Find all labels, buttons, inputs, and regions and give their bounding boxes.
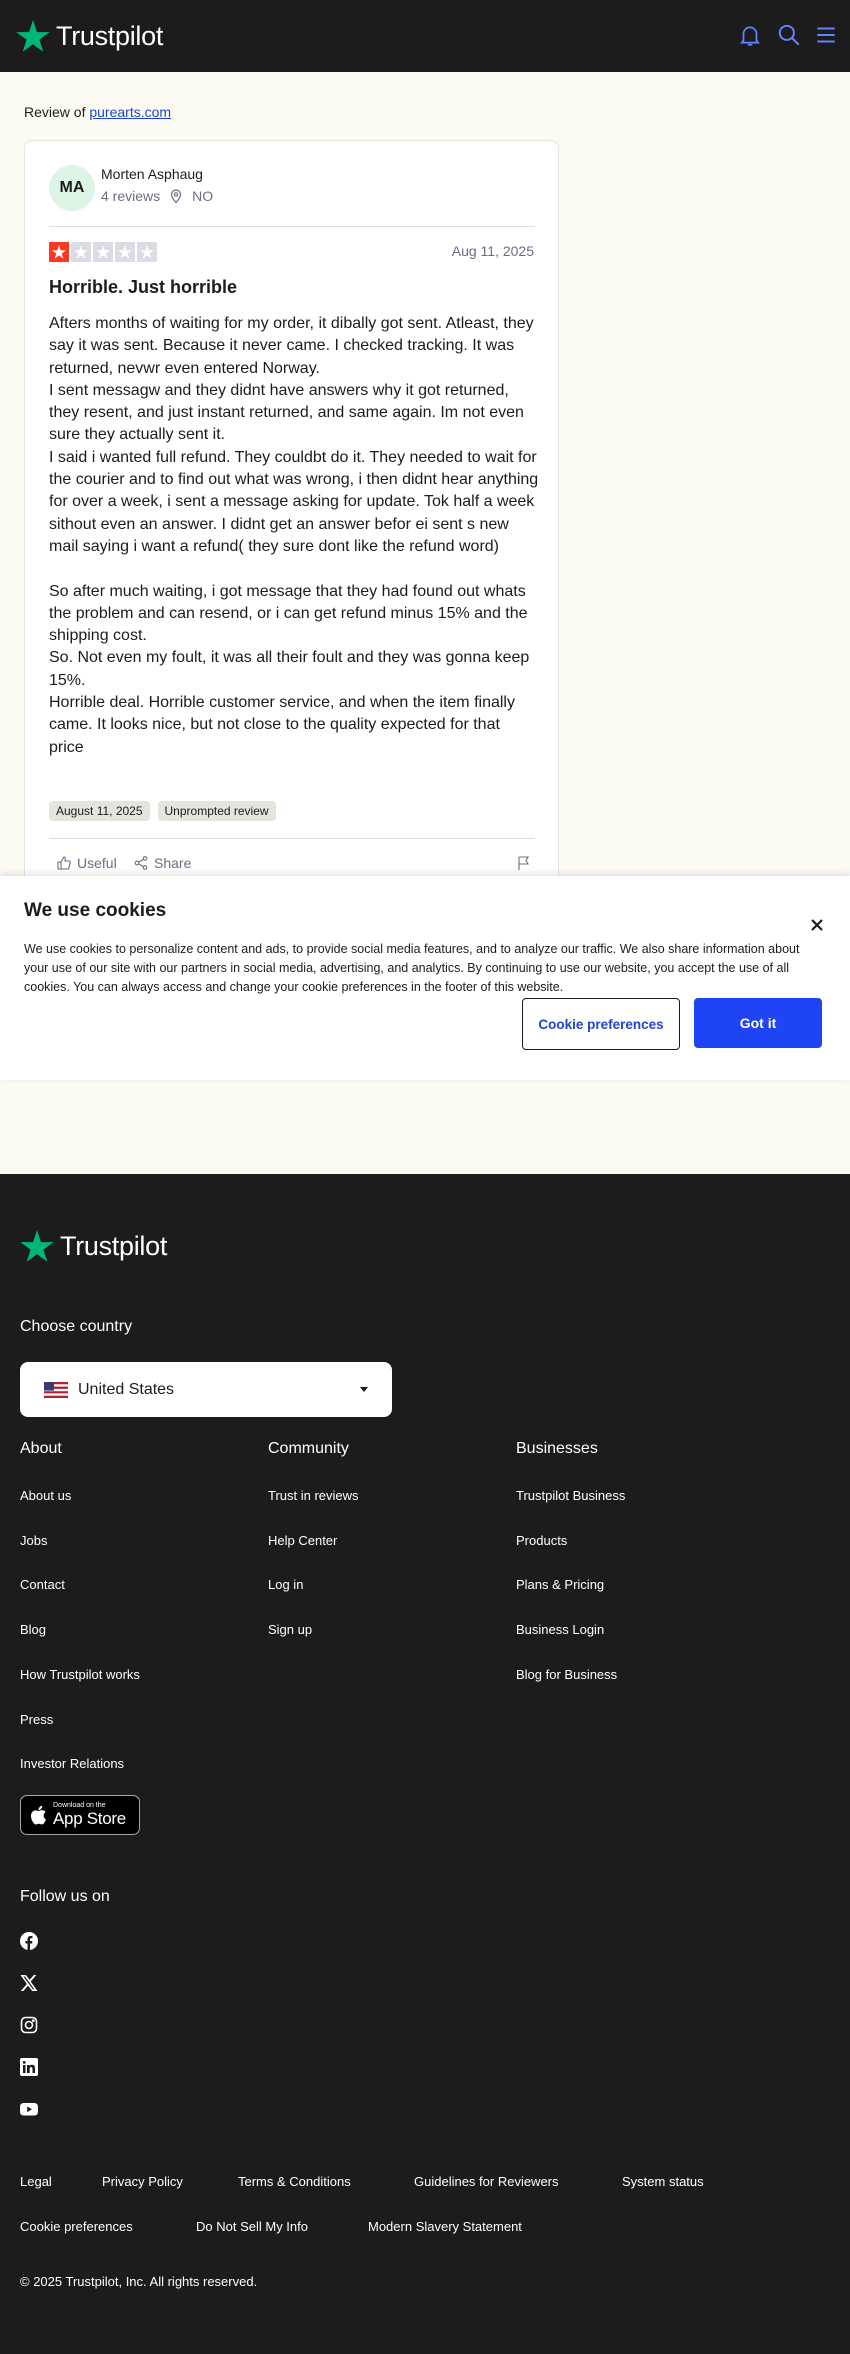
trustpilot-wordmark: Trustpilot <box>60 1230 168 1261</box>
review-paragraph: So after much waiting, i got message tha… <box>49 582 528 645</box>
review-paragraph: I said i wanted full refund. They couldb… <box>49 448 539 555</box>
footer-link[interactable]: Blog for Business <box>516 1667 617 1682</box>
star-icon <box>137 242 157 262</box>
legal-link[interactable]: Modern Slavery Statement <box>368 2219 522 2234</box>
review-paragraph: Afters months of waiting for my order, i… <box>49 315 534 377</box>
star-icon <box>49 242 69 262</box>
review-date: Aug 11, 2025 <box>451 243 534 259</box>
trustpilot-wordmark: Trustpilot <box>56 20 164 51</box>
footer-link[interactable]: Investor Relations <box>20 1756 124 1771</box>
choose-country-label: Choose country <box>20 1318 133 1335</box>
legal-link[interactable]: Legal <box>20 2174 52 2189</box>
star-icon <box>93 242 113 262</box>
footer-link[interactable]: Products <box>516 1533 567 1548</box>
cookie-preferences-button[interactable]: Cookie preferences <box>522 998 680 1050</box>
footer: Trustpilot Choose country United States … <box>0 1174 850 2354</box>
legal-link[interactable]: Privacy Policy <box>102 2174 183 2189</box>
legal-link[interactable]: Do Not Sell My Info <box>196 2219 308 2234</box>
footer-link[interactable]: Contact <box>20 1577 65 1592</box>
country-select[interactable]: United States <box>20 1362 392 1417</box>
footer-link[interactable]: About us <box>20 1488 71 1503</box>
star-icon <box>115 242 135 262</box>
report-button[interactable] <box>516 855 532 871</box>
legal-link[interactable]: Terms & Conditions <box>238 2174 351 2189</box>
review-title[interactable]: Horrible. Just horrible <box>49 277 237 298</box>
footer-link[interactable]: Plans & Pricing <box>516 1577 604 1592</box>
footer-link[interactable]: Trustpilot Business <box>516 1488 625 1503</box>
footer-link[interactable]: How Trustpilot works <box>20 1667 140 1682</box>
review-paragraph <box>49 558 539 580</box>
x-icon[interactable] <box>20 1974 38 1992</box>
footer-column-title: Community <box>268 1440 349 1457</box>
thumbs-up-icon <box>57 856 71 870</box>
share-button[interactable]: Share <box>133 855 191 871</box>
review-tag: August 11, 2025 <box>49 801 150 821</box>
star-icon <box>71 242 91 262</box>
legal-link[interactable]: System status <box>622 2174 704 2189</box>
chevron-down-icon <box>360 1387 368 1392</box>
review-paragraph: So. Not even my foult, it was all their … <box>49 649 530 689</box>
menu-icon[interactable] <box>813 22 839 48</box>
footer-link[interactable]: Jobs <box>20 1533 47 1548</box>
star-rating <box>49 242 157 262</box>
follow-us-label: Follow us on <box>20 1888 110 1905</box>
footer-link[interactable]: Sign up <box>268 1622 312 1637</box>
footer-link[interactable]: Business Login <box>516 1622 604 1637</box>
share-label: Share <box>154 855 192 871</box>
bell-icon[interactable] <box>737 22 763 48</box>
legal-link[interactable]: Guidelines for Reviewers <box>414 2174 559 2189</box>
footer-column-title: About <box>20 1440 62 1457</box>
review-card: MA Morten Asphaug 4 reviews NO Aug 11, 2… <box>24 140 559 900</box>
copyright: © 2025 Trustpilot, Inc. All rights reser… <box>20 2274 258 2289</box>
app-store-line2: App Store <box>53 1809 126 1828</box>
author-review-count: 4 reviews <box>101 188 161 204</box>
search-icon[interactable] <box>776 22 802 48</box>
country-select-value: United States <box>78 1380 175 1398</box>
business-link[interactable]: purearts.com <box>89 104 171 120</box>
footer-link[interactable]: Trust in reviews <box>268 1488 359 1503</box>
avatar[interactable]: MA <box>49 165 95 211</box>
apple-icon <box>31 1805 46 1825</box>
review-tags: August 11, 2025 Unprompted review <box>49 801 276 821</box>
accept-cookies-button[interactable]: Got it <box>694 998 822 1048</box>
divider <box>49 226 535 227</box>
facebook-icon[interactable] <box>20 1932 38 1950</box>
cookie-banner: We use cookies We use cookies to persona… <box>0 876 850 1080</box>
legal-link[interactable]: Cookie preferences <box>20 2219 133 2234</box>
trustpilot-star-icon <box>20 1230 54 1262</box>
close-icon[interactable] <box>806 914 828 936</box>
youtube-icon[interactable] <box>20 2100 38 2118</box>
footer-column-title: Businesses <box>516 1440 598 1457</box>
review-tag: Unprompted review <box>157 801 276 821</box>
review-of-prefix: Review of <box>24 104 86 120</box>
linkedin-icon[interactable] <box>20 2058 38 2076</box>
author-name[interactable]: Morten Asphaug <box>101 166 203 182</box>
footer-link[interactable]: Blog <box>20 1622 46 1637</box>
review-body: Afters months of waiting for my order, i… <box>49 313 539 759</box>
cookie-banner-text: We use cookies to personalize content an… <box>24 942 800 994</box>
instagram-icon[interactable] <box>20 2016 38 2034</box>
footer-trustpilot-logo[interactable]: Trustpilot <box>20 1230 167 1262</box>
divider <box>49 838 535 839</box>
footer-link[interactable]: Help Center <box>268 1533 337 1548</box>
top-navigation-bar: Trustpilot <box>0 0 850 72</box>
trustpilot-star-icon <box>16 20 50 52</box>
app-store-badge[interactable]: Download on the App Store <box>20 1795 140 1835</box>
useful-label: Useful <box>77 855 117 871</box>
useful-button[interactable]: Useful <box>56 855 117 871</box>
flag-icon <box>518 856 529 870</box>
footer-link[interactable]: Press <box>20 1712 53 1727</box>
review-paragraph: Horrible deal. Horrible customer service… <box>49 694 515 756</box>
trustpilot-logo[interactable]: Trustpilot <box>16 20 163 52</box>
location-pin-icon <box>171 189 182 204</box>
review-paragraph: I sent messagw and they didnt have answe… <box>49 381 524 444</box>
author-country: NO <box>192 188 214 204</box>
review-of-line: Review of purearts.com <box>24 104 171 120</box>
footer-link[interactable]: Log in <box>268 1577 303 1592</box>
cookie-banner-title: We use cookies <box>24 900 167 921</box>
us-flag-icon <box>44 1381 68 1398</box>
author-meta: 4 reviews NO <box>101 188 213 204</box>
share-icon <box>134 856 148 870</box>
